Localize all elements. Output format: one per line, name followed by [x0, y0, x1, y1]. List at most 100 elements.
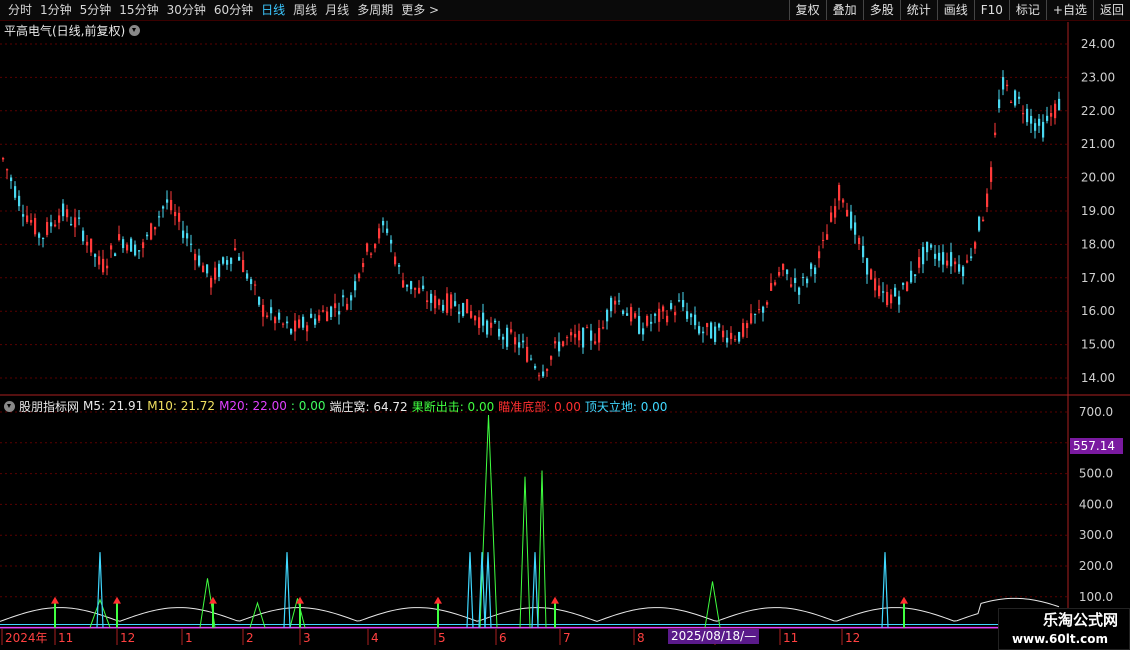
price-tick-label: 15.00 — [1081, 338, 1115, 352]
candle-body — [378, 228, 381, 239]
candle-body — [678, 300, 681, 302]
candle-body — [906, 282, 909, 291]
candle-body — [1042, 121, 1045, 138]
candle-body — [1002, 77, 1005, 90]
candle-body — [762, 306, 765, 313]
m10-value: M10: 21.72 — [147, 399, 216, 413]
candle-body — [98, 256, 101, 265]
candle-body — [90, 238, 93, 253]
candle-body — [150, 223, 153, 240]
candle-body — [962, 266, 965, 277]
candle-body — [82, 230, 85, 242]
candle-body — [202, 265, 205, 273]
candle-body — [330, 306, 333, 318]
candle-body — [502, 336, 505, 340]
candle-body — [514, 337, 517, 345]
candle-body — [322, 310, 325, 312]
candle-body — [490, 322, 493, 328]
candle-body — [690, 313, 693, 318]
candle-body — [218, 263, 221, 277]
candle-body — [862, 245, 865, 258]
candle-body — [318, 315, 321, 321]
candle-body — [550, 356, 553, 360]
indicator-dropdown-icon[interactable] — [4, 400, 15, 412]
candle-body — [570, 332, 573, 336]
candle-body — [602, 327, 605, 329]
candle-body — [138, 250, 141, 252]
candle-body — [794, 278, 797, 283]
candle-body — [354, 281, 357, 291]
indicator-legend: 股朋指标网 M5: 21.91 M10: 21.72 M20: 22.00 : … — [4, 398, 671, 414]
candle-body — [530, 358, 533, 360]
candle-body — [362, 263, 365, 268]
guoduan-value: 果断出击: 0.00 — [411, 399, 495, 414]
x-tick-label: 2 — [246, 631, 254, 645]
blank-value: : 0.00 — [290, 399, 326, 413]
x-tick-label: 2024年 — [5, 631, 48, 645]
candle-body — [742, 323, 745, 337]
candle-body — [934, 253, 937, 259]
candle-body — [942, 252, 945, 265]
candle-body — [914, 274, 917, 277]
candle-body — [746, 323, 749, 329]
guoduan-spike — [479, 415, 498, 628]
candle-body — [578, 330, 581, 341]
candle-body — [858, 237, 861, 244]
candle-body — [382, 220, 385, 226]
candle-body — [346, 303, 349, 310]
candle-body — [462, 302, 465, 316]
candle-body — [478, 317, 481, 328]
candle-body — [946, 260, 949, 266]
candle-body — [1006, 84, 1009, 87]
candle-body — [610, 297, 613, 312]
m20-value: M20: 22.00 — [219, 399, 287, 413]
candle-body — [234, 248, 237, 250]
candle-body — [870, 269, 873, 280]
candle-body — [162, 206, 165, 209]
candle-body — [510, 329, 513, 333]
candle-body — [954, 261, 957, 265]
candle-body — [102, 258, 105, 273]
candle-body — [454, 301, 457, 306]
candle-body — [758, 309, 761, 311]
candle-body — [482, 312, 485, 326]
x-tick-label: 4 — [371, 631, 379, 645]
candle-body — [990, 167, 993, 182]
dingtian-spike — [96, 552, 104, 628]
candle-body — [206, 264, 209, 274]
ind-tick-label: 500.0 — [1079, 467, 1113, 481]
candle-body — [494, 320, 497, 323]
price-tick-label: 18.00 — [1081, 237, 1115, 251]
candle-body — [1050, 113, 1053, 117]
x-tick-label: 12 — [845, 631, 860, 645]
candle-body — [450, 294, 453, 309]
kline-chart[interactable]: 24.00 23.00 22.00 21.00 20.00 19.00 18.00 17.00… — [0, 0, 1130, 650]
candle-body — [466, 299, 469, 314]
candle-body — [54, 224, 57, 227]
candle-body — [194, 253, 197, 261]
cursor-date-tag: 2025/08/18/— — [668, 629, 760, 644]
candle-body — [802, 277, 805, 279]
candle-body — [882, 291, 885, 293]
candle-body — [566, 337, 569, 339]
candle-body — [774, 282, 777, 285]
candle-body — [918, 257, 921, 268]
candle-body — [58, 215, 61, 223]
candle-body — [498, 328, 501, 337]
candle-body — [310, 313, 313, 318]
watermark-url: www.60lt.com — [1011, 632, 1108, 646]
candle-body — [974, 242, 977, 249]
candle-body — [898, 296, 901, 305]
candle-body — [738, 332, 741, 342]
candle-body — [538, 375, 541, 377]
candle-body — [522, 340, 525, 343]
candle-body — [394, 256, 397, 265]
candle-body — [978, 216, 981, 231]
candle-body — [110, 245, 113, 250]
candle-body — [814, 267, 817, 275]
dingtian-spike — [881, 552, 889, 628]
candle-body — [198, 255, 201, 266]
candle-body — [214, 267, 217, 280]
x-tick-label: 1 — [185, 631, 193, 645]
candle-body — [926, 241, 929, 253]
